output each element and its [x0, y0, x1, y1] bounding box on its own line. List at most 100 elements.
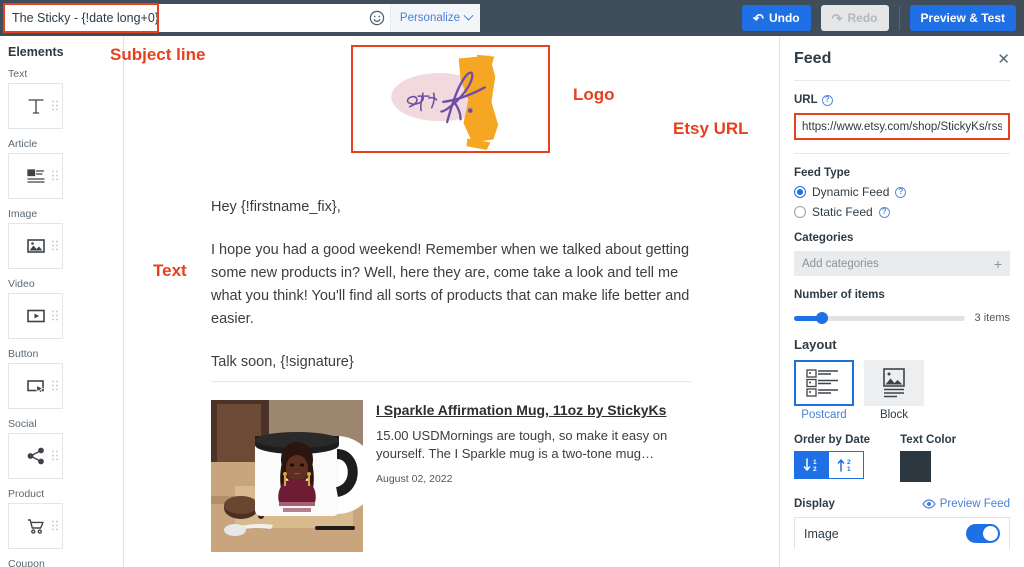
block-layout-icon[interactable]: [864, 360, 924, 406]
signoff-text: Talk soon, {!signature}: [211, 353, 354, 370]
number-of-items-label: Number of items: [794, 289, 885, 301]
elements-panel-title: Elements: [8, 45, 64, 59]
url-input[interactable]: [796, 115, 1008, 138]
greeting-text: Hey {!firstname_fix},: [211, 199, 341, 215]
button-icon[interactable]: [8, 363, 63, 409]
drag-handle[interactable]: [51, 449, 58, 463]
preview-and-test-button[interactable]: Preview & Test: [909, 5, 1016, 31]
body-paragraph: I hope you had a good weekend! Remember …: [211, 241, 690, 327]
sort-descending-icon[interactable]: 1 2: [795, 452, 829, 478]
feed-item-copy: I Sparkle Affirmation Mug, 11oz by Stick…: [376, 400, 701, 552]
layout-caption: Block: [879, 409, 909, 421]
element-product[interactable]: Product: [8, 488, 65, 549]
radio-indicator-selected[interactable]: [794, 186, 806, 198]
feed-panel-header: Feed ✕: [794, 36, 1010, 81]
element-text[interactable]: Text: [8, 68, 65, 129]
email-body-text[interactable]: Hey {!firstname_fix}, I hope you had a g…: [211, 196, 691, 393]
order-by-date-group: Order by Date 1 2 2 1: [794, 434, 870, 482]
toolbar-divider: [898, 6, 900, 30]
preview-feed-link[interactable]: Preview Feed: [921, 498, 1010, 510]
display-row-label: Image: [804, 526, 839, 541]
shopping-cart-icon[interactable]: [8, 503, 63, 549]
categories-label: Categories: [794, 232, 854, 244]
social-share-icon[interactable]: [8, 433, 63, 479]
number-of-items-value: 3 items: [974, 312, 1010, 324]
element-label: Text: [8, 68, 28, 80]
help-icon[interactable]: ?: [821, 94, 833, 106]
annotation-subject-line: Subject line: [110, 45, 206, 64]
drag-handle[interactable]: [51, 239, 58, 253]
undo-label: Undo: [768, 11, 800, 25]
redo-label: Redo: [847, 11, 878, 25]
categories-input[interactable]: Add categories +: [794, 251, 1010, 276]
help-icon[interactable]: ?: [878, 206, 890, 218]
drag-handle[interactable]: [51, 99, 58, 113]
annotation-etsy-url: Etsy URL: [673, 119, 749, 138]
personalize-dropdown[interactable]: Personalize: [389, 4, 480, 32]
plus-icon[interactable]: +: [994, 257, 1002, 271]
text-color-swatch[interactable]: [900, 451, 932, 482]
drag-handle[interactable]: [51, 379, 58, 393]
feed-settings-panel: Feed ✕ URL ? Feed Type Dynamic Feed ? St…: [779, 36, 1024, 567]
element-coupon[interactable]: Coupon: [8, 558, 65, 567]
content-divider: [211, 381, 691, 382]
layout-option-postcard[interactable]: Postcard: [794, 360, 854, 421]
element-button[interactable]: Button: [8, 348, 65, 409]
feed-type-label: Feed Type: [794, 167, 851, 179]
svg-text:2: 2: [813, 466, 817, 473]
help-icon[interactable]: ?: [895, 186, 907, 198]
categories-section: Categories Add categories +: [794, 219, 1010, 276]
video-icon[interactable]: [8, 293, 63, 339]
radio-dynamic-feed[interactable]: Dynamic Feed ?: [794, 185, 1010, 199]
element-label: Product: [8, 488, 45, 500]
article-icon[interactable]: [8, 153, 63, 199]
image-toggle[interactable]: [966, 524, 1000, 543]
layout-section: Layout Postcard Block: [794, 324, 1010, 421]
display-row-image[interactable]: Image: [794, 517, 1010, 549]
svg-text:1: 1: [847, 466, 851, 473]
element-social[interactable]: Social: [8, 418, 65, 479]
display-label: Display: [794, 498, 835, 510]
element-image[interactable]: Image: [8, 208, 65, 269]
elements-panel: Elements Text Article Image Video Button…: [0, 36, 124, 567]
element-video[interactable]: Video: [8, 278, 65, 339]
feed-item-title-link[interactable]: I Sparkle Affirmation Mug, 11oz by Stick…: [376, 402, 701, 420]
email-builder-app: Personalize ↶ Undo ↷ Redo Preview & Test…: [0, 0, 1024, 567]
layout-option-block[interactable]: Block: [864, 360, 924, 421]
radio-indicator[interactable]: [794, 206, 806, 218]
element-article[interactable]: Article: [8, 138, 65, 199]
undo-button[interactable]: ↶ Undo: [742, 5, 811, 31]
number-of-items-slider[interactable]: [794, 312, 965, 324]
drag-handle[interactable]: [51, 169, 58, 183]
element-label: Image: [8, 208, 38, 220]
order-and-color-row: Order by Date 1 2 2 1 Text Color: [794, 434, 1010, 482]
close-icon[interactable]: ✕: [997, 52, 1010, 67]
url-label: URL: [794, 94, 818, 106]
sort-ascending-icon[interactable]: 2 1: [829, 452, 863, 478]
drag-handle[interactable]: [51, 519, 58, 533]
redo-button: ↷ Redo: [820, 5, 889, 31]
image-icon[interactable]: [8, 223, 63, 269]
chevron-down-icon: [463, 10, 474, 21]
logo-block[interactable]: [351, 45, 550, 153]
text-icon[interactable]: [8, 83, 63, 129]
radio-static-feed[interactable]: Static Feed ?: [794, 205, 1010, 219]
stickyks-logo-icon: [391, 54, 499, 151]
smiley-icon[interactable]: [364, 4, 390, 32]
categories-placeholder: Add categories: [802, 257, 879, 270]
postcard-layout-icon[interactable]: [794, 360, 854, 406]
drag-handle[interactable]: [51, 309, 58, 323]
text-color-group: Text Color: [900, 434, 956, 482]
slider-knob[interactable]: [816, 312, 829, 324]
feed-item-date: August 02, 2022: [376, 473, 453, 486]
element-label: Social: [8, 418, 37, 430]
annotation-logo: Logo: [573, 85, 615, 104]
feed-list-item[interactable]: I Sparkle Affirmation Mug, 11oz by Stick…: [211, 400, 701, 552]
svg-text:2: 2: [847, 459, 851, 466]
element-label: Video: [8, 278, 35, 290]
layout-label: Layout: [794, 337, 837, 352]
url-section: URL ?: [794, 81, 1010, 140]
redo-icon: ↷: [831, 10, 843, 26]
element-label: Article: [8, 138, 38, 150]
radio-label: Static Feed: [812, 205, 873, 219]
